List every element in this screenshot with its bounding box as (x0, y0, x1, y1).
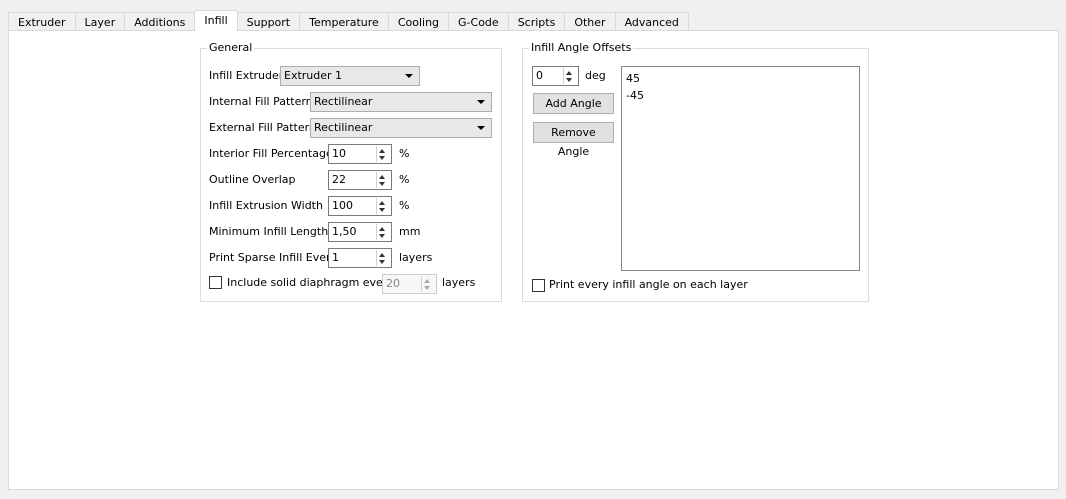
minimum-infill-length-unit: mm (399, 225, 421, 238)
tab-g-code[interactable]: G-Code (449, 12, 509, 31)
list-item[interactable]: 45 (626, 70, 855, 87)
infill-angle-offsets-group: Infill Angle Offsets 0 deg Add Angle Rem… (522, 41, 869, 302)
list-item[interactable]: -45 (626, 87, 855, 104)
angle-value: 0 (536, 69, 543, 82)
infill-extrusion-width-spinbox[interactable]: 100 (328, 196, 392, 216)
spin-buttons[interactable] (563, 68, 577, 84)
interior-fill-percentage-spinbox[interactable]: 10 (328, 144, 392, 164)
interior-fill-percentage-label: Interior Fill Percentage (209, 147, 333, 160)
include-solid-diaphragm-checkbox[interactable] (209, 276, 222, 289)
infill-extrusion-width-value: 100 (332, 199, 353, 212)
spin-down-icon[interactable] (379, 182, 385, 186)
chevron-down-icon (477, 126, 485, 130)
minimum-infill-length-value: 1,50 (332, 225, 357, 238)
print-every-angle-checkbox[interactable] (532, 279, 545, 292)
tab-scripts[interactable]: Scripts (508, 12, 566, 31)
spin-buttons[interactable] (376, 250, 390, 266)
infill-tab-panel: General Infill Extruder Extruder 1 Inter… (8, 30, 1059, 490)
spin-down-icon (424, 286, 430, 290)
tab-temperature[interactable]: Temperature (300, 12, 389, 31)
spin-down-icon[interactable] (379, 260, 385, 264)
tab-infill[interactable]: Infill (194, 10, 238, 31)
infill-extruder-label: Infill Extruder (209, 69, 284, 82)
spin-up-icon[interactable] (566, 71, 572, 75)
minimum-infill-length-spinbox[interactable]: 1,50 (328, 222, 392, 242)
general-group: General Infill Extruder Extruder 1 Inter… (200, 41, 502, 302)
spin-up-icon[interactable] (379, 227, 385, 231)
internal-fill-pattern-label: Internal Fill Pattern (209, 95, 313, 108)
spin-down-icon[interactable] (379, 156, 385, 160)
include-solid-diaphragm-label: Include solid diaphragm every (227, 276, 394, 289)
outline-overlap-unit: % (399, 173, 410, 186)
internal-fill-pattern-select[interactable]: Rectilinear (310, 92, 492, 112)
print-sparse-infill-every-spinbox[interactable]: 1 (328, 248, 392, 268)
spin-down-icon[interactable] (379, 208, 385, 212)
remove-angle-button[interactable]: Remove Angle (533, 122, 614, 158)
spin-up-icon[interactable] (379, 149, 385, 153)
infill-extruder-select[interactable]: Extruder 1 (280, 66, 420, 86)
print-sparse-infill-every-value: 1 (332, 251, 339, 264)
spin-up-icon[interactable] (379, 253, 385, 257)
interior-fill-percentage-value: 10 (332, 147, 346, 160)
tab-layer[interactable]: Layer (75, 12, 126, 31)
tab-support[interactable]: Support (237, 12, 301, 31)
external-fill-pattern-select[interactable]: Rectilinear (310, 118, 492, 138)
internal-fill-pattern-value: Rectilinear (314, 95, 373, 108)
angle-spinbox[interactable]: 0 (532, 66, 579, 86)
infill-extrusion-width-unit: % (399, 199, 410, 212)
spin-down-icon[interactable] (379, 234, 385, 238)
tab-extruder[interactable]: Extruder (8, 12, 76, 31)
add-angle-button[interactable]: Add Angle (533, 93, 614, 114)
solid-diaphragm-spinbox: 20 (382, 274, 437, 294)
spin-buttons[interactable] (376, 224, 390, 240)
infill-angle-offsets-title: Infill Angle Offsets (529, 41, 634, 54)
print-sparse-infill-every-unit: layers (399, 251, 433, 264)
minimum-infill-length-label: Minimum Infill Length (209, 225, 329, 238)
spin-buttons[interactable] (376, 198, 390, 214)
infill-extruder-value: Extruder 1 (284, 69, 343, 82)
angle-unit: deg (585, 69, 606, 82)
spin-up-icon[interactable] (379, 201, 385, 205)
chevron-down-icon (405, 74, 413, 78)
external-fill-pattern-label: External Fill Pattern (209, 121, 316, 134)
tab-additions[interactable]: Additions (125, 12, 196, 31)
print-every-angle-label: Print every infill angle on each layer (549, 278, 748, 291)
spin-up-icon (424, 279, 430, 283)
outline-overlap-spinbox[interactable]: 22 (328, 170, 392, 190)
external-fill-pattern-value: Rectilinear (314, 121, 373, 134)
infill-extrusion-width-label: Infill Extrusion Width (209, 199, 323, 212)
spin-down-icon[interactable] (566, 78, 572, 82)
general-group-title: General (207, 41, 255, 54)
tab-bar: Extruder Layer Additions Infill Support … (8, 10, 689, 31)
solid-diaphragm-value: 20 (386, 277, 400, 290)
spin-up-icon[interactable] (379, 175, 385, 179)
solid-diaphragm-unit: layers (442, 276, 476, 289)
outline-overlap-label: Outline Overlap (209, 173, 296, 186)
tab-other[interactable]: Other (565, 12, 616, 31)
print-sparse-infill-every-label: Print Sparse Infill Every (209, 251, 338, 264)
angle-list[interactable]: 45 -45 (621, 66, 860, 271)
chevron-down-icon (477, 100, 485, 104)
interior-fill-percentage-unit: % (399, 147, 410, 160)
tab-cooling[interactable]: Cooling (388, 12, 450, 31)
outline-overlap-value: 22 (332, 173, 346, 186)
tab-advanced[interactable]: Advanced (615, 12, 689, 31)
spin-buttons (421, 276, 435, 292)
spin-buttons[interactable] (376, 172, 390, 188)
spin-buttons[interactable] (376, 146, 390, 162)
